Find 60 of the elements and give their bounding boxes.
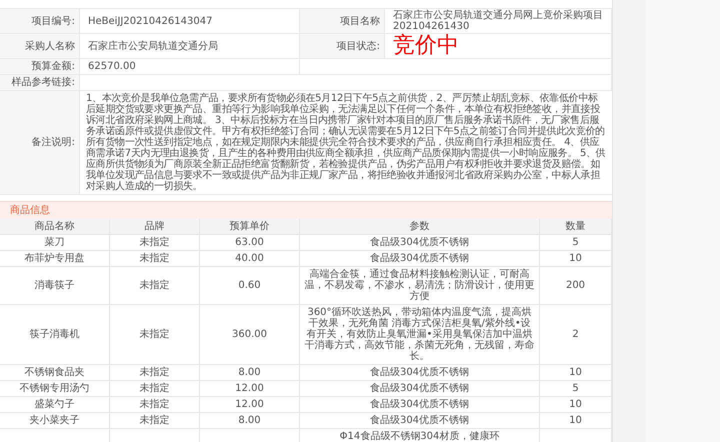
remark-text: 1、本次竞价是我单位急需产品，要求所有货物必须在5月12日下午5点之前供货，2、严厉禁止胡乱竞标、依靠低价中标后延期交货或要求更换产品、重拍等行为影响我单位采购，无法满足以下任何一个条件，本单位有权拒绝签收，并直接投诉河北省政府采购网上商城。 3、中标后投标方在当日内携带厂家针对本项目的原厂售后服务承诺书原件，无厂家售后服务承诺函原件或提供虚假文件。甲方有权拒绝签订合同；确认无误需要在5月12日下午5点之前签订合同并提供此次竞价的所有货物一次性送到指定地点，如在规定期限内未能提供完全符合技术要求的产品，供应商自行承担相应责任。 4、供应商需承诺7天内无理由退换货，且产生的各种费用由供应商全额承担，供应商产品质保期内需提供一小时响应服务。 5、供应商所供货物须为厂商原装全新正品拒绝富货翻新货，若检验提供产品，伪劣产品用户有权利拒收并要求退货及赔偿。如我单位发现产品信息与要求不一致或提供产品为非正规厂家产品，将拒绝验收并通报河北省政府采购办公室，中标人承担对采购人造成的一切损失。: [80, 91, 612, 195]
product-name-cell: 筷子消毒机: [0, 305, 110, 365]
spec-cell: 食品级304优质不锈钢: [300, 365, 540, 381]
product-name-cell: 夹小菜夹子: [0, 413, 110, 429]
column-header: 预算单价: [200, 219, 300, 235]
column-header: 品牌: [110, 219, 200, 235]
product-name-cell: 不锈钢食品夹: [0, 365, 110, 381]
product-name-cell: 盛菜勺子: [0, 397, 110, 413]
spec-cell: 食品级304优质不锈钢: [300, 381, 540, 397]
field-value: 石家庄市公安局轨道交通分局网上竟价采购项目202104261430: [385, 9, 612, 34]
spec-cell: 食品级304优质不锈钢: [300, 397, 540, 413]
quantity-cell: 5: [540, 235, 612, 251]
brand-cell: 未指定: [110, 251, 200, 267]
field-label: 备注说明:: [0, 91, 80, 195]
spec-cell: 食品级304优质不锈钢: [300, 413, 540, 429]
price-cell: 40.00: [200, 251, 300, 267]
brand-cell: 未指定: [110, 413, 200, 429]
price-cell: 8.00: [200, 365, 300, 381]
price-cell: 12.00: [200, 381, 300, 397]
brand-cell: 未指定: [110, 267, 200, 305]
product-name-cell: 布菲炉专用盘: [0, 251, 110, 267]
quantity-cell: 200: [540, 267, 612, 305]
field-label: 项目编号:: [0, 9, 80, 34]
field-label: 项目状态:: [300, 34, 385, 59]
quantity-cell: 10: [540, 413, 612, 429]
brand-cell: 未指定: [110, 305, 200, 365]
quantity-cell: 10: [540, 251, 612, 267]
price-cell: 0.60: [200, 267, 300, 305]
quantity-cell: 10: [540, 365, 612, 381]
field-value: 石家庄市公安局轨道交通分局: [80, 34, 300, 59]
field-label: 项目名称: [300, 9, 385, 34]
product-name-cell: 不锈钢专用汤勺: [0, 381, 110, 397]
brand-cell: 未指定: [110, 235, 200, 251]
column-header: 参数: [300, 219, 540, 235]
field-label: 采购人名称: [0, 34, 80, 59]
price-cell: 63.00: [200, 235, 300, 251]
field-value: 62570.00: [80, 59, 300, 75]
product-name-cell: 菜刀: [0, 235, 110, 251]
field-value: HeBeiJJ20210426143047: [80, 9, 300, 34]
field-label: 样品参考链接:: [0, 75, 80, 91]
brand-cell: 未指定: [110, 365, 200, 381]
spec-cell: 食品级304优质不锈钢: [300, 251, 540, 267]
project-status: 竞价中: [385, 34, 612, 59]
spec-cell: 360°循环吹送热风，带动箱体内温度气流，提高烘干效果，无死角菌 消毒方式保洁柜臭氧/紫外线•设有开关，有效防止臭氧泄漏•采用臭氧保洁加中温烘干消毒方式，高效节能，杀菌无死角，无残留，寿命长。: [300, 305, 540, 365]
column-header: 商品名称: [0, 219, 110, 235]
field-label: 预算金额:: [0, 59, 80, 75]
spec-cell: 食品级304优质不锈钢: [300, 235, 540, 251]
price-cell: 360.00: [200, 305, 300, 365]
spec-cell: Φ14食品级不锈钢304材质，健康环: [300, 429, 540, 442]
brand-cell: 未指定: [110, 381, 200, 397]
quantity-cell: 5: [540, 381, 612, 397]
quantity-cell: 2: [540, 305, 612, 365]
spec-cell: 高端合金筷，通过食品材料接触检测认证，可耐高温，不易发霉，不渗水，易清洗；防滑设计，使用更方便: [300, 267, 540, 305]
price-cell: 8.00: [200, 413, 300, 429]
section-header: 商品信息: [0, 201, 612, 219]
product-name-cell: 消毒筷子: [0, 267, 110, 305]
quantity-cell: 10: [540, 397, 612, 413]
price-cell: 12.00: [200, 397, 300, 413]
brand-cell: 未指定: [110, 397, 200, 413]
column-header: 数量: [540, 219, 612, 235]
